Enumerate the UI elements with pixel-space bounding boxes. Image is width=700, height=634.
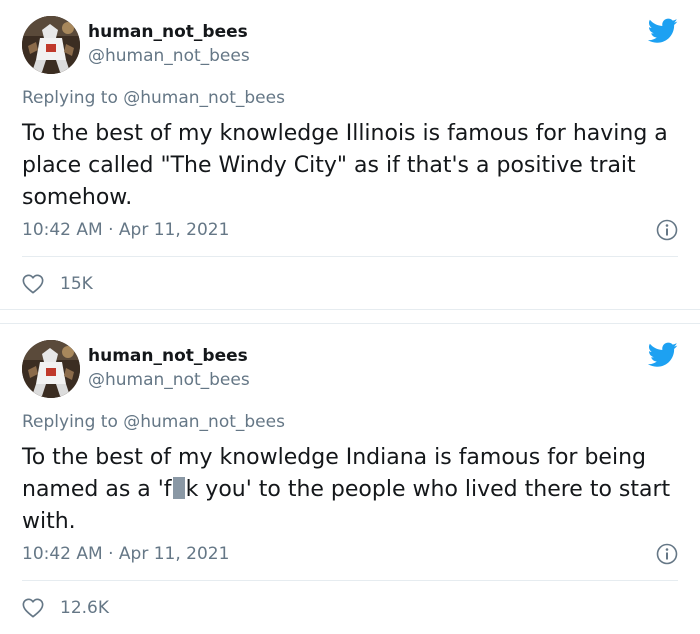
heart-icon bbox=[22, 598, 44, 618]
tweet-text: To the best of my knowledge Illinois is … bbox=[22, 121, 668, 210]
twitter-bird-icon[interactable] bbox=[648, 342, 678, 368]
tweet-text: To the best of my knowledge Indiana is f… bbox=[22, 442, 682, 538]
replying-to[interactable]: Replying to @human_not_bees bbox=[22, 412, 285, 432]
user-handle[interactable]: @human_not_bees bbox=[88, 46, 250, 66]
display-name[interactable]: human_not_bees bbox=[88, 346, 248, 366]
divider bbox=[22, 580, 678, 581]
twitter-bird-icon[interactable] bbox=[648, 18, 678, 44]
avatar[interactable] bbox=[22, 16, 80, 74]
like-button[interactable]: 12.6K bbox=[22, 596, 109, 620]
tweet-timestamp[interactable]: 10:42 AM · Apr 11, 2021 bbox=[22, 544, 229, 564]
like-count: 12.6K bbox=[60, 598, 109, 618]
tweet-card[interactable]: human_not_bees @human_not_bees Replying … bbox=[0, 0, 700, 310]
avatar-image bbox=[22, 340, 80, 398]
censor-block bbox=[172, 477, 185, 499]
info-icon[interactable] bbox=[656, 543, 678, 565]
avatar[interactable] bbox=[22, 340, 80, 398]
user-handle[interactable]: @human_not_bees bbox=[88, 370, 250, 390]
info-icon[interactable] bbox=[656, 219, 678, 241]
tweet-separator bbox=[0, 310, 700, 323]
display-name[interactable]: human_not_bees bbox=[88, 22, 248, 42]
tweet-card[interactable]: human_not_bees @human_not_bees Replying … bbox=[0, 323, 700, 634]
like-button[interactable]: 15K bbox=[22, 272, 93, 296]
divider bbox=[22, 256, 678, 257]
avatar-image bbox=[22, 16, 80, 74]
like-count: 15K bbox=[60, 274, 93, 294]
replying-to[interactable]: Replying to @human_not_bees bbox=[22, 88, 285, 108]
heart-icon bbox=[22, 274, 44, 294]
tweet-timestamp[interactable]: 10:42 AM · Apr 11, 2021 bbox=[22, 220, 229, 240]
